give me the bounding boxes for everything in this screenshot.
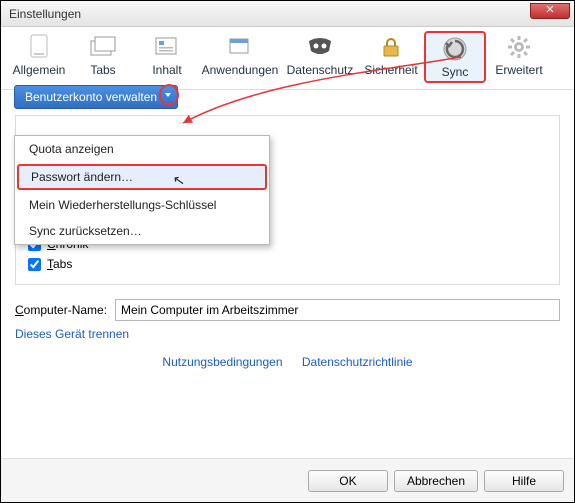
tab-label: Sync	[426, 65, 484, 79]
tab-advanced[interactable]: Erweitert	[488, 31, 550, 83]
window-close-button[interactable]: ✕	[530, 3, 570, 19]
computer-name-label: Computer-Name:	[15, 303, 107, 317]
content-icon	[151, 33, 183, 61]
manage-account-menu: Quota anzeigen Passwort ändern… ↖ Mein W…	[14, 135, 270, 245]
tab-label: Sicherheit	[360, 63, 422, 77]
privacy-link[interactable]: Datenschutzrichtlinie	[302, 355, 413, 369]
check-tabs[interactable]: Tabs	[28, 254, 547, 274]
tab-label: Allgemein	[8, 63, 70, 77]
terms-link[interactable]: Nutzungsbedingungen	[162, 355, 282, 369]
gear-icon	[503, 33, 535, 61]
menu-item-change-password[interactable]: Passwort ändern… ↖	[17, 164, 267, 190]
tab-content[interactable]: Inhalt	[136, 31, 198, 83]
policies-row: Nutzungsbedingungen Datenschutzrichtlini…	[9, 355, 566, 369]
computer-name-row: Computer-Name:	[15, 299, 560, 321]
chevron-down-icon	[165, 93, 171, 97]
titlebar: Einstellungen ✕	[1, 1, 574, 27]
manage-account-label: Benutzerkonto verwalten	[25, 90, 157, 104]
check-label: Tabs	[47, 257, 72, 271]
settings-window: Einstellungen ✕ Allgemein Tabs Inhalt An…	[0, 0, 575, 503]
lock-icon	[375, 33, 407, 61]
tab-label: Tabs	[72, 63, 134, 77]
disconnect-row: Dieses Gerät trennen	[15, 327, 560, 341]
disconnect-device-link[interactable]: Dieses Gerät trennen	[15, 327, 129, 341]
tabs-icon	[87, 33, 119, 61]
tab-label: Datenschutz	[282, 63, 358, 77]
tab-applications[interactable]: Anwendungen	[200, 31, 280, 83]
computer-name-input[interactable]	[115, 299, 560, 321]
tab-privacy[interactable]: Datenschutz	[282, 31, 358, 83]
tab-label: Erweitert	[488, 63, 550, 77]
tab-sync[interactable]: Sync	[424, 31, 486, 83]
help-button[interactable]: Hilfe	[484, 470, 564, 492]
sync-panel: xxxxxxxxx@xxxxx.xxx Benutzerkonto verwal…	[9, 79, 566, 456]
tab-label: Inhalt	[136, 63, 198, 77]
applications-icon	[224, 33, 256, 61]
cursor-icon: ↖	[172, 171, 187, 190]
privacy-mask-icon	[304, 33, 336, 61]
manage-account-button[interactable]: Benutzerkonto verwalten	[14, 85, 178, 109]
dialog-footer: OK Abbrechen Hilfe	[1, 458, 574, 502]
sync-icon	[439, 35, 471, 63]
ok-button[interactable]: OK	[308, 470, 388, 492]
general-icon	[23, 33, 55, 61]
tab-tabs[interactable]: Tabs	[72, 31, 134, 83]
menu-item-quota[interactable]: Quota anzeigen	[15, 136, 269, 162]
window-title: Einstellungen	[9, 7, 81, 21]
cancel-button[interactable]: Abbrechen	[394, 470, 478, 492]
menu-item-reset-sync[interactable]: Sync zurücksetzen…	[15, 218, 269, 244]
tab-security[interactable]: Sicherheit	[360, 31, 422, 83]
menu-item-recovery-key[interactable]: Mein Wiederherstellungs-Schlüssel	[15, 192, 269, 218]
tab-label: Anwendungen	[200, 63, 280, 77]
menu-item-label: Passwort ändern…	[31, 170, 133, 184]
tab-general[interactable]: Allgemein	[8, 31, 70, 83]
check-tabs-box[interactable]	[28, 258, 41, 271]
